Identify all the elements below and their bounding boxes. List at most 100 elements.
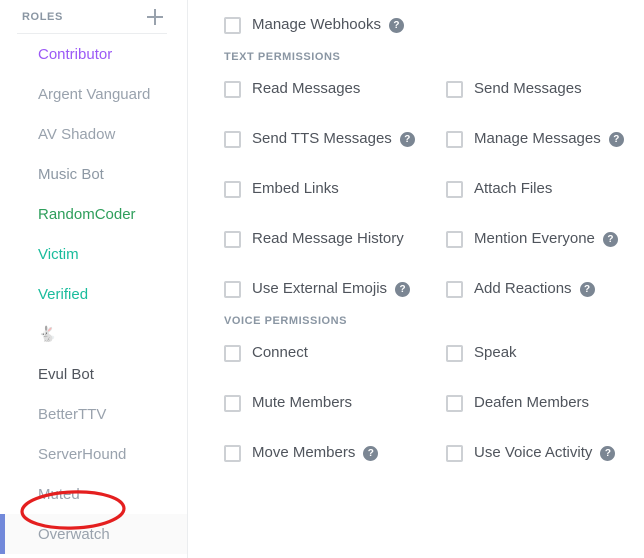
voice-permissions-section: VOICE PERMISSIONS Connect Speak Mute Membe…	[224, 314, 644, 478]
permission-label: Add Reactions	[474, 280, 572, 297]
permission-row[interactable]: Connect	[224, 344, 308, 362]
help-icon[interactable]: ?	[395, 281, 411, 297]
permission-checkbox[interactable]	[224, 16, 241, 34]
permission-row[interactable]: Send TTS Messages?	[224, 130, 415, 148]
role-list-item[interactable]: ServerHound	[0, 434, 187, 474]
role-name-label: Victim	[38, 245, 79, 263]
permission-cell: Embed Links	[224, 164, 446, 214]
permission-label: Send TTS Messages	[252, 130, 392, 147]
role-list-item[interactable]: Contributor	[0, 34, 187, 74]
roles-list: Contributor Argent Vanguard AV Shadow Music…	[0, 34, 187, 558]
permission-row[interactable]: Add Reactions?	[446, 280, 595, 298]
permissions-panel: Manage Webhooks? TEXT PERMISSIONS Read M…	[188, 0, 644, 558]
role-name-label: ServerHound	[38, 445, 127, 463]
permission-cell: Read Messages	[224, 64, 446, 114]
help-icon[interactable]: ?	[600, 445, 616, 461]
permission-checkbox[interactable]	[224, 230, 241, 248]
role-list-item[interactable]: BetterTTV	[0, 394, 187, 434]
role-list-item[interactable]: Victim	[0, 234, 187, 274]
permission-checkbox[interactable]	[446, 130, 463, 148]
permission-row[interactable]: Move Members?	[224, 444, 379, 462]
permission-row[interactable]: Mention Everyone?	[446, 230, 618, 248]
permission-cell: Send Messages	[446, 64, 644, 114]
permission-checkbox[interactable]	[224, 130, 241, 148]
general-permissions-grid: Manage Webhooks?	[224, 0, 644, 50]
permission-checkbox[interactable]	[446, 230, 463, 248]
permission-checkbox[interactable]	[446, 180, 463, 198]
role-list-item[interactable]: @everyone	[0, 554, 187, 558]
permission-cell: Deafen Members	[446, 378, 644, 428]
role-permissions-screen: ROLES Contributor Argent Vanguard AV Shado…	[0, 0, 644, 558]
permission-label: Read Message History	[252, 230, 404, 247]
role-list-item[interactable]: Evul Bot	[0, 354, 187, 394]
role-list-item[interactable]: RandomCoder	[0, 194, 187, 234]
permission-label: Read Messages	[252, 80, 361, 97]
permission-row[interactable]: Read Messages	[224, 80, 360, 98]
permission-label: Use External Emojis	[252, 280, 388, 297]
help-icon[interactable]: ?	[363, 445, 379, 461]
permission-row[interactable]: Attach Files	[446, 180, 552, 198]
permission-label: Connect	[252, 344, 308, 361]
permission-checkbox[interactable]	[446, 344, 463, 362]
role-list-item[interactable]: 🐇	[0, 314, 187, 354]
permission-row[interactable]: Manage Messages?	[446, 130, 624, 148]
permission-row[interactable]: Manage Webhooks?	[224, 16, 404, 34]
voice-permissions-title: VOICE PERMISSIONS	[224, 315, 348, 327]
role-name-label: Muted	[38, 485, 80, 503]
permission-row[interactable]: Speak	[446, 344, 517, 362]
permission-label: Deafen Members	[474, 394, 590, 411]
permission-row[interactable]: Deafen Members	[446, 394, 589, 412]
permission-row[interactable]: Embed Links	[224, 180, 339, 198]
role-list-item[interactable]: AV Shadow	[0, 114, 187, 154]
permission-row[interactable]: Send Messages	[446, 80, 582, 98]
general-permissions-section: Manage Webhooks?	[224, 0, 644, 50]
permission-row[interactable]: Use External Emojis?	[224, 280, 411, 298]
permission-cell: Mention Everyone?	[446, 214, 644, 264]
role-name-label: AV Shadow	[38, 125, 116, 143]
permission-label: Mention Everyone	[474, 230, 595, 247]
roles-header-label: ROLES	[22, 11, 63, 23]
help-icon[interactable]: ?	[579, 281, 595, 297]
help-icon[interactable]: ?	[602, 231, 618, 247]
roles-sidebar: ROLES Contributor Argent Vanguard AV Shado…	[0, 0, 188, 558]
help-icon[interactable]: ?	[608, 131, 624, 147]
permission-checkbox[interactable]	[224, 180, 241, 198]
permission-checkbox[interactable]	[446, 444, 463, 462]
role-list-item[interactable]: Music Bot	[0, 154, 187, 194]
permission-cell: Connect	[224, 328, 446, 378]
permission-checkbox[interactable]	[446, 80, 463, 98]
role-list-item[interactable]: Argent Vanguard	[0, 74, 187, 114]
permission-label: Manage Webhooks	[252, 16, 381, 33]
permission-cell: Move Members?	[224, 428, 446, 478]
permission-label: Move Members	[252, 444, 356, 461]
text-permissions-grid: Read Messages Send Messages Send TTS Messa…	[224, 64, 644, 314]
role-name-label: BetterTTV	[38, 405, 107, 423]
permission-row[interactable]: Mute Members	[224, 394, 352, 412]
role-list-item[interactable]: Muted	[0, 474, 187, 514]
permission-cell: Speak	[446, 328, 644, 378]
permission-label: Manage Messages	[474, 130, 601, 147]
role-list-item[interactable]: Verified	[0, 274, 187, 314]
permission-row[interactable]: Read Message History	[224, 230, 404, 248]
permission-cell: Mute Members	[224, 378, 446, 428]
help-icon[interactable]: ?	[388, 17, 404, 33]
role-list-item[interactable]: Overwatch	[0, 514, 187, 554]
permission-label: Attach Files	[474, 180, 553, 197]
permission-checkbox[interactable]	[224, 444, 241, 462]
permission-checkbox[interactable]	[446, 280, 463, 298]
help-icon[interactable]: ?	[399, 131, 415, 147]
permission-row[interactable]: Use Voice Activity?	[446, 444, 616, 462]
role-name-label: Contributor	[38, 45, 113, 63]
permission-checkbox[interactable]	[446, 394, 463, 412]
role-name-label: Verified	[38, 285, 89, 303]
permission-checkbox[interactable]	[224, 280, 241, 298]
role-name-label: Argent Vanguard	[38, 85, 151, 103]
permission-checkbox[interactable]	[224, 80, 241, 98]
roles-sidebar-header: ROLES	[0, 0, 187, 33]
role-name-label: 🐇	[38, 326, 57, 343]
plus-icon[interactable]	[147, 9, 163, 25]
permission-checkbox[interactable]	[224, 394, 241, 412]
permission-cell: Read Message History	[224, 214, 446, 264]
permission-checkbox[interactable]	[224, 344, 241, 362]
permission-cell: Use External Emojis?	[224, 264, 446, 314]
